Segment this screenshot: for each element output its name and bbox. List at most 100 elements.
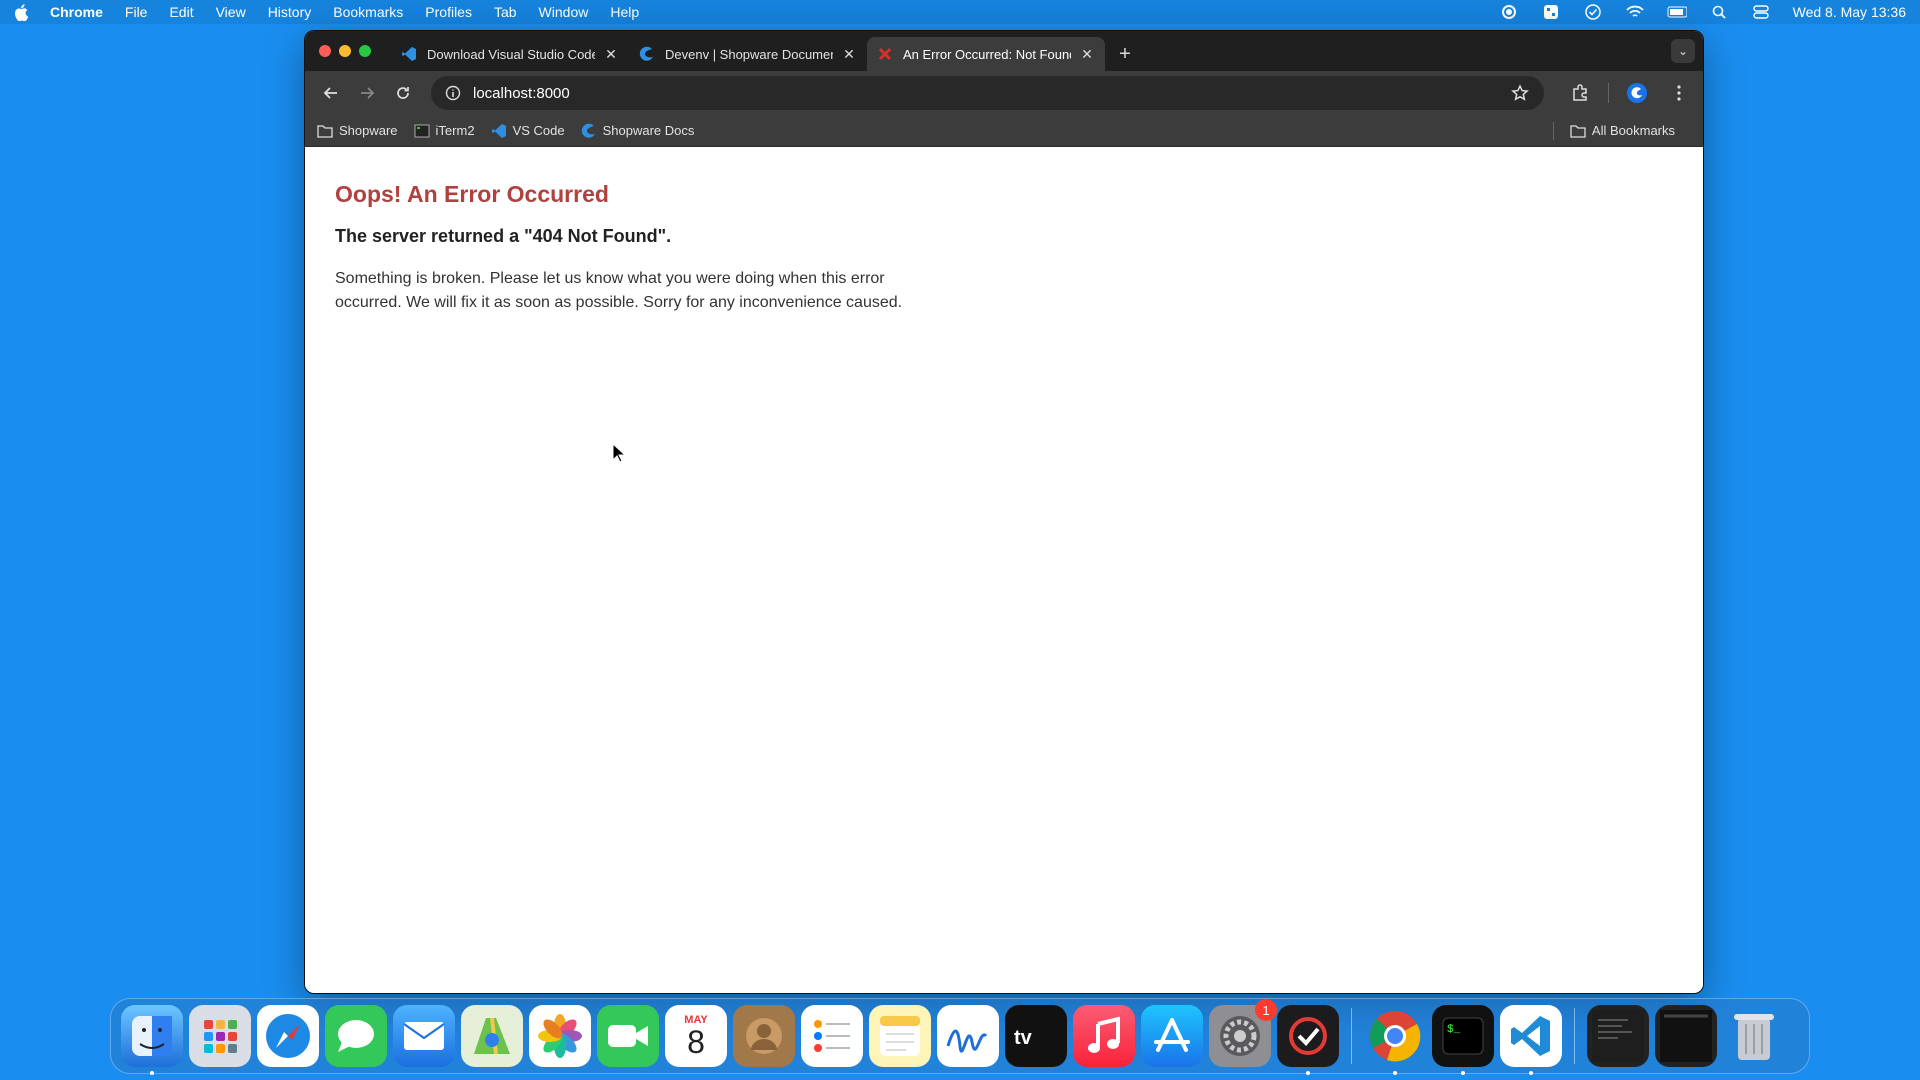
app-store-icon	[1154, 1018, 1190, 1052]
app-store-app[interactable]	[1141, 1005, 1203, 1067]
toolbar-divider	[1608, 83, 1609, 103]
terminal-icon	[414, 123, 430, 139]
grid-app-icon[interactable]	[1541, 4, 1561, 20]
trash-app[interactable]	[1723, 1005, 1785, 1067]
page-content: Oops! An Error Occurred The server retur…	[305, 147, 1703, 987]
terminal-app[interactable]: $_	[1432, 1005, 1494, 1075]
reload-button[interactable]	[387, 77, 419, 109]
bookmark-vscode[interactable]: VS Code	[491, 123, 565, 139]
new-tab-button[interactable]: +	[1111, 37, 1139, 71]
maps-app[interactable]	[461, 1005, 523, 1067]
menu-edit[interactable]: Edit	[169, 4, 193, 20]
close-window-button[interactable]	[319, 45, 331, 57]
macos-menubar: Chrome File Edit View History Bookmarks …	[0, 0, 1920, 24]
checkmark-circle-icon[interactable]	[1583, 4, 1603, 20]
error-subheading: The server returned a "404 Not Found".	[335, 226, 672, 246]
messages-bubble-icon	[338, 1020, 374, 1052]
vscode-icon	[401, 46, 417, 62]
close-tab-icon[interactable]: ✕	[1079, 46, 1095, 62]
mail-envelope-icon	[403, 1022, 445, 1050]
menu-help[interactable]: Help	[610, 4, 639, 20]
window-thumbnail-icon	[1592, 1010, 1644, 1062]
chrome-app[interactable]	[1364, 1005, 1426, 1075]
safari-compass-icon	[266, 1014, 310, 1058]
reload-icon	[397, 87, 409, 99]
dock-separator	[1351, 1008, 1352, 1064]
profile-avatar-icon[interactable]	[1623, 79, 1651, 107]
tab-download-vscode[interactable]: Download Visual Studio Code ✕	[391, 37, 629, 71]
bookmark-iterm2[interactable]: iTerm2	[414, 123, 475, 139]
window-thumbnail-icon	[1660, 1010, 1712, 1062]
calendar-app[interactable]: MAY 8	[665, 1005, 727, 1067]
battery-icon[interactable]	[1667, 4, 1687, 20]
shopware-icon	[581, 123, 597, 139]
todo-app[interactable]	[1277, 1005, 1339, 1075]
contacts-app[interactable]	[733, 1005, 795, 1067]
screen-record-icon[interactable]	[1499, 4, 1519, 20]
bookmarks-bar: Shopware iTerm2 VS Code Shopware Docs Al…	[305, 115, 1703, 147]
tab-devenv-shopware[interactable]: Devenv | Shopware Documentation ✕	[629, 37, 867, 71]
fullscreen-window-button[interactable]	[359, 45, 371, 57]
facetime-app[interactable]	[597, 1005, 659, 1067]
dock-separator	[1574, 1008, 1575, 1064]
menu-file[interactable]: File	[125, 4, 148, 20]
finder-icon	[132, 1016, 172, 1056]
bookmark-shopware-docs[interactable]: Shopware Docs	[581, 123, 695, 139]
window-controls	[319, 31, 371, 71]
vscode-app[interactable]	[1500, 1005, 1562, 1075]
extensions-puzzle-icon[interactable]	[1566, 79, 1594, 107]
maps-icon	[474, 1017, 510, 1055]
menu-tab[interactable]: Tab	[494, 4, 517, 20]
folder-icon	[317, 123, 333, 139]
control-center-icon[interactable]	[1751, 4, 1771, 20]
spotlight-search-icon[interactable]	[1709, 4, 1729, 20]
finder-app[interactable]	[121, 1005, 183, 1075]
messages-app[interactable]	[325, 1005, 387, 1067]
forward-button[interactable]	[351, 77, 383, 109]
bookmark-star-icon[interactable]	[1510, 83, 1530, 103]
close-tab-icon[interactable]: ✕	[841, 46, 857, 62]
menu-bookmarks[interactable]: Bookmarks	[333, 4, 403, 20]
bookmark-label: VS Code	[512, 123, 565, 138]
launchpad-app[interactable]	[189, 1005, 251, 1067]
all-bookmarks-button[interactable]: All Bookmarks	[1552, 121, 1675, 140]
back-button[interactable]	[315, 77, 347, 109]
site-info-icon[interactable]	[445, 85, 461, 101]
menu-history[interactable]: History	[268, 4, 312, 20]
apple-icon[interactable]	[14, 3, 32, 21]
minimize-window-button[interactable]	[339, 45, 351, 57]
close-tab-icon[interactable]: ✕	[603, 46, 619, 62]
running-indicator	[1306, 1071, 1310, 1075]
safari-app[interactable]	[257, 1005, 319, 1067]
bookmark-shopware[interactable]: Shopware	[317, 123, 398, 139]
url-text: localhost:8000	[473, 84, 570, 102]
notification-badge: 1	[1255, 999, 1277, 1021]
apple-tv-app[interactable]: tv	[1005, 1005, 1067, 1067]
recent-window-thumbnail-terminal[interactable]	[1655, 1005, 1717, 1067]
bookmark-label: iTerm2	[435, 123, 475, 138]
menu-view[interactable]: View	[216, 4, 246, 20]
recent-window-thumbnail-vscode[interactable]	[1587, 1005, 1649, 1067]
chrome-menu-kebab-icon[interactable]	[1665, 79, 1693, 107]
all-bookmarks-label: All Bookmarks	[1591, 123, 1675, 138]
tab-error-not-found[interactable]: An Error Occurred: Not Found ✕	[867, 37, 1105, 71]
wifi-icon[interactable]	[1625, 4, 1645, 20]
notes-app[interactable]	[869, 1005, 931, 1067]
macos-dock: MAY 8 tv 1 $_	[110, 998, 1810, 1075]
vscode-icon	[491, 123, 507, 139]
address-bar[interactable]: localhost:8000	[431, 76, 1544, 110]
mail-app[interactable]	[393, 1005, 455, 1067]
bookmark-label: Shopware Docs	[602, 123, 695, 138]
menu-window[interactable]: Window	[539, 4, 589, 20]
forward-arrow-icon	[361, 87, 375, 99]
tab-search-button[interactable]: ⌄	[1671, 39, 1695, 63]
photos-app[interactable]	[529, 1005, 591, 1067]
system-settings-app[interactable]: 1	[1209, 999, 1277, 1067]
music-app[interactable]	[1073, 1005, 1135, 1067]
menubar-clock[interactable]: Wed 8. May 13:36	[1793, 4, 1906, 20]
freeform-app[interactable]	[937, 1005, 999, 1067]
running-indicator	[1529, 1071, 1533, 1075]
menu-profiles[interactable]: Profiles	[425, 4, 472, 20]
menu-app-chrome[interactable]: Chrome	[50, 4, 103, 20]
reminders-app[interactable]	[801, 1005, 863, 1067]
